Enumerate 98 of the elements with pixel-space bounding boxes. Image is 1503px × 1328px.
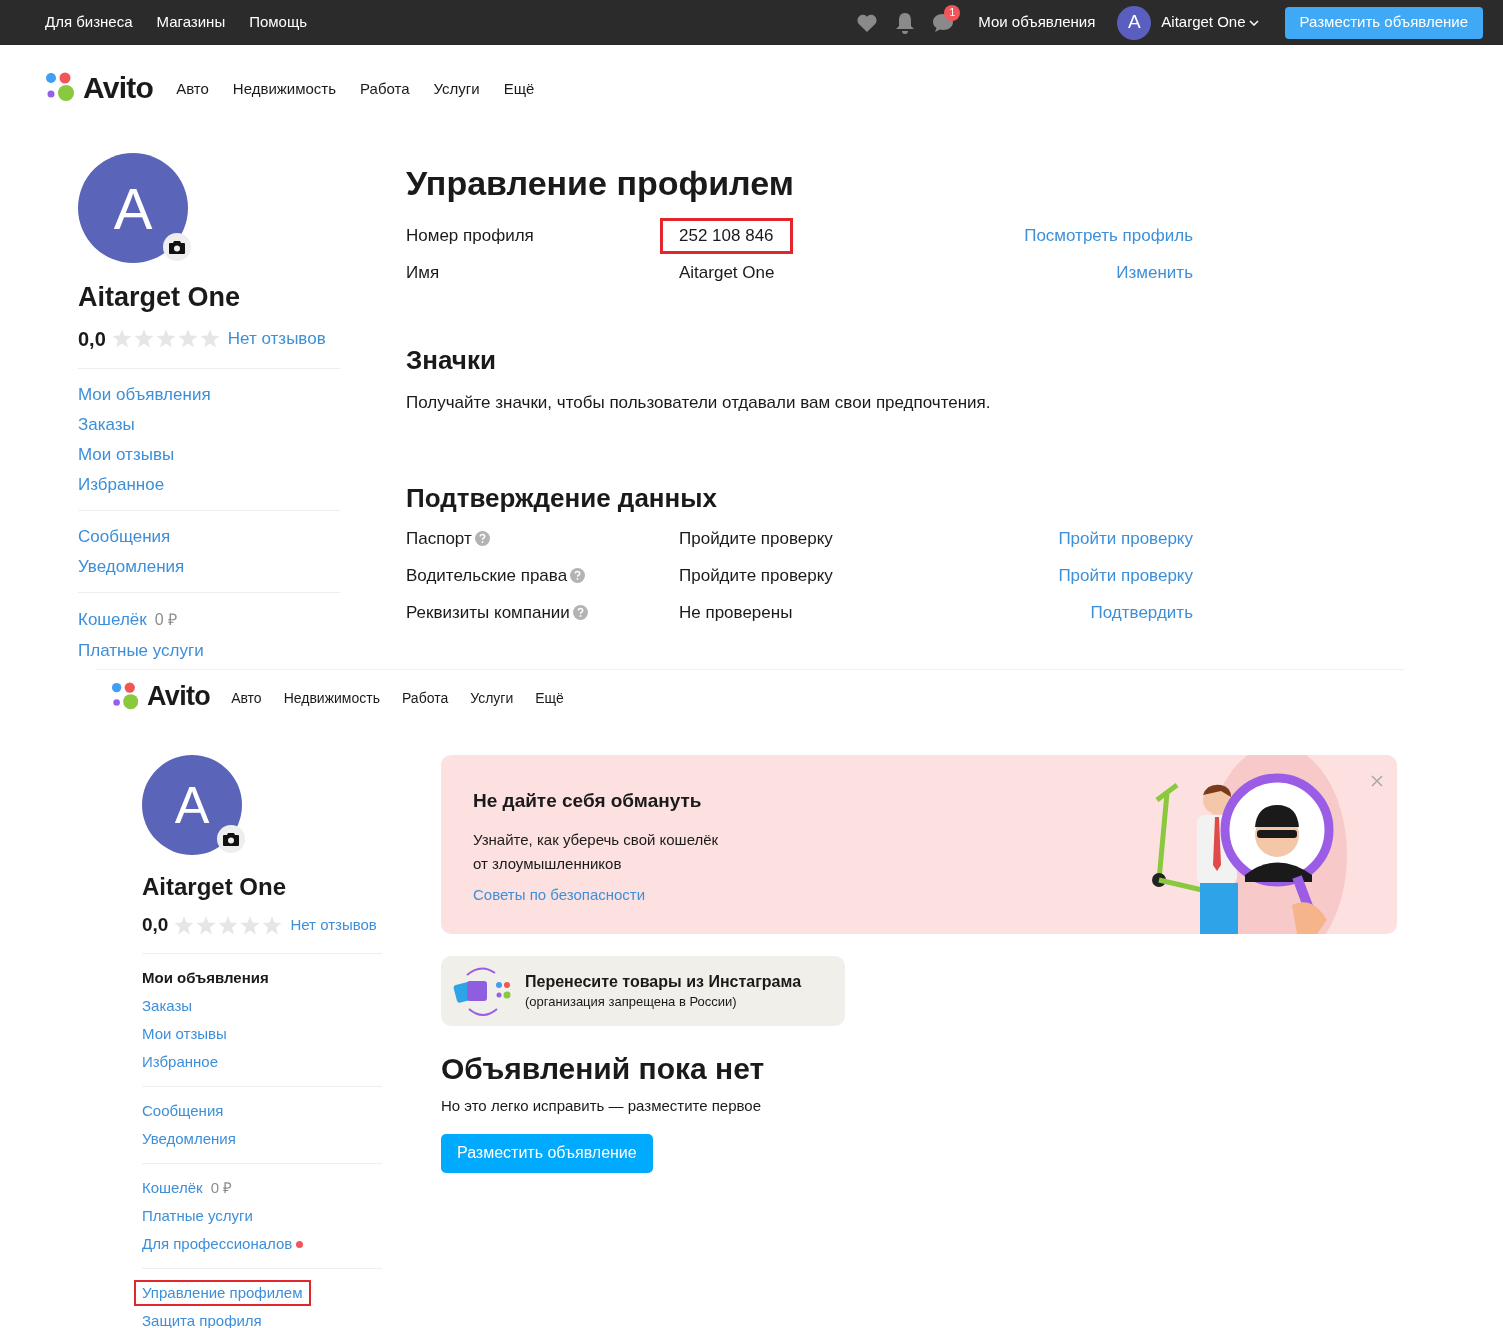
field-label: Реквизиты компании: [406, 601, 570, 624]
card-title: Перенесите товары из Инстаграма: [525, 972, 802, 992]
sidebar-link[interactable]: Управление профилем: [134, 1280, 311, 1306]
top-bar-link[interactable]: Для бизнеса: [45, 11, 133, 34]
safety-tips-link[interactable]: Советы по безопасности: [473, 883, 719, 906]
verification-link[interactable]: Пройти проверку: [1058, 527, 1193, 550]
avito-logo[interactable]: Avito: [45, 64, 154, 110]
import-products-card[interactable]: Перенесите товары из Инстаграма (организация запрещена в России): [441, 956, 845, 1026]
sidebar-link[interactable]: Избранное: [134, 1048, 227, 1075]
nav-link[interactable]: Работа: [401, 687, 449, 709]
field-label: Имя: [406, 262, 441, 284]
bell-icon[interactable]: [895, 11, 916, 34]
caret-icon: [1248, 19, 1259, 26]
field-label: Номер профиля: [406, 225, 535, 247]
user-avatar: A: [1117, 5, 1152, 40]
profile-name: Aitarget One: [142, 872, 288, 902]
wallet-balance: 0 ₽: [210, 1177, 233, 1198]
sidebar-link[interactable]: Уведомления: [78, 555, 185, 578]
user-menu[interactable]: A Aitarget One: [1117, 5, 1259, 40]
avito-logo[interactable]: Avito: [111, 675, 211, 717]
star-icon: [240, 915, 261, 935]
sidebar-link[interactable]: Сообщения: [78, 525, 171, 548]
change-photo-button[interactable]: [217, 825, 245, 853]
sidebar-link[interactable]: Кошелёк: [78, 608, 147, 631]
my-ads-link[interactable]: Мои объявления: [978, 11, 1096, 34]
post-ad-button[interactable]: Разместить объявление: [1284, 6, 1483, 39]
sidebar-link[interactable]: Мои отзывы: [78, 443, 175, 466]
nav-link[interactable]: Недвижимость: [232, 77, 337, 101]
empty-state-title: Объявлений пока нет: [441, 1051, 766, 1087]
profile-action-link[interactable]: Изменить: [1024, 262, 1193, 284]
star-icon: [133, 329, 154, 348]
wallet-balance: 0 ₽: [154, 609, 178, 630]
user-name: Aitarget One: [1161, 12, 1246, 33]
star-icon: [155, 329, 176, 348]
profile-action-link[interactable]: Посмотреть профиль: [1024, 225, 1193, 247]
star-icon: [196, 915, 217, 935]
sidebar-link[interactable]: Мои отзывы: [134, 1020, 235, 1047]
post-ad-button[interactable]: Разместить объявление: [441, 1133, 653, 1173]
star-icon: [262, 915, 283, 935]
section-text: Получайте значки, чтобы пользователи отдавали вам свои предпочтения.: [406, 392, 992, 414]
product-transfer-icon: [453, 965, 513, 1017]
verification-status: Пройдите проверку: [679, 527, 834, 550]
sidebar-link[interactable]: Платные услуги: [78, 639, 204, 662]
sidebar-link[interactable]: Мои объявления: [134, 964, 277, 991]
sidebar-link[interactable]: Платные услуги: [134, 1203, 261, 1229]
rating-value: 0,0: [142, 913, 169, 937]
verification-status: Не проверены: [679, 601, 794, 624]
reviews-link[interactable]: Нет отзывов: [227, 325, 326, 352]
profile-avatar[interactable]: A: [142, 755, 242, 855]
sidebar-link[interactable]: Для профессионалов: [134, 1231, 301, 1257]
field-label: Водительские права: [406, 564, 568, 587]
banner-text: от злоумышленников: [473, 853, 623, 874]
sidebar-link[interactable]: Кошелёк: [134, 1174, 211, 1201]
reviews-link[interactable]: Нет отзывов: [290, 914, 377, 937]
profile-avatar[interactable]: A: [78, 153, 188, 263]
logo-dots-icon: [45, 71, 77, 103]
field-value: Aitarget One: [678, 262, 776, 284]
camera-icon: [223, 832, 239, 846]
verification-status: Пройдите проверку: [679, 564, 834, 587]
sidebar-link[interactable]: Заказы: [134, 992, 201, 1019]
section-title: Подтверждение данных: [406, 481, 718, 514]
nav-link[interactable]: Ещё: [535, 687, 564, 709]
card-note: (организация запрещена в России): [525, 993, 738, 1011]
banner-text: Узнайте, как уберечь свой кошелёк: [473, 829, 719, 850]
top-bar-link[interactable]: Помощь: [249, 11, 308, 34]
nav-link[interactable]: Авто: [176, 77, 209, 101]
nav-link[interactable]: Недвижимость: [283, 687, 380, 709]
field-label: Паспорт: [406, 527, 472, 550]
profile-name: Aitarget One: [78, 281, 242, 314]
nav-link[interactable]: Услуги: [433, 77, 480, 101]
verification-link[interactable]: Подтвердить: [1058, 601, 1193, 624]
sidebar-link[interactable]: Мои объявления: [78, 383, 211, 406]
empty-state-text: Но это легко исправить — разместите первое: [441, 1096, 763, 1116]
sidebar-link[interactable]: Заказы: [78, 413, 135, 436]
heart-icon[interactable]: [856, 12, 879, 33]
star-icon: [218, 915, 239, 935]
camera-icon: [169, 240, 185, 254]
page-title: Управление профилем: [406, 163, 795, 203]
star-icon: [174, 915, 195, 935]
star-icon: [111, 329, 132, 348]
change-photo-button[interactable]: [163, 233, 191, 261]
star-icon: [199, 329, 220, 348]
sidebar-link[interactable]: Сообщения: [134, 1097, 232, 1124]
banner-title: Не дайте себя обмануть: [473, 789, 703, 813]
star-icon: [177, 329, 198, 348]
sidebar-link[interactable]: Уведомления: [134, 1125, 244, 1152]
logo-dots-icon: [111, 681, 141, 711]
nav-link[interactable]: Ещё: [503, 77, 535, 101]
nav-link[interactable]: Услуги: [470, 687, 514, 709]
verification-link[interactable]: Пройти проверку: [1058, 564, 1193, 587]
message-count-badge: 1: [944, 4, 961, 21]
nav-link[interactable]: Авто: [231, 687, 262, 709]
sidebar-link[interactable]: Избранное: [78, 473, 165, 496]
field-value: 252 108 846: [660, 218, 793, 254]
top-bar-link[interactable]: Магазины: [156, 11, 226, 34]
rating-value: 0,0: [78, 326, 106, 352]
nav-link[interactable]: Работа: [360, 77, 410, 101]
section-title: Значки: [406, 344, 497, 376]
